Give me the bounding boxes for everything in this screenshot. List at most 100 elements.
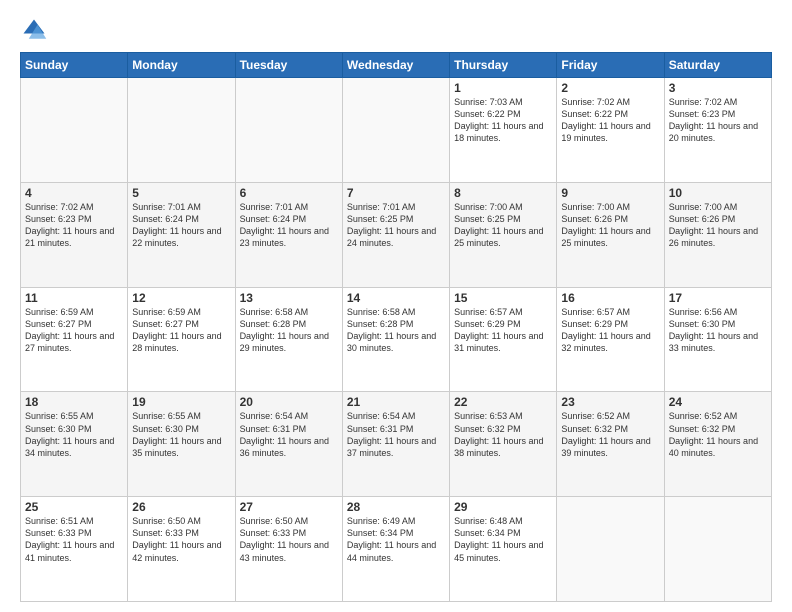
day-cell: 5Sunrise: 7:01 AMSunset: 6:24 PMDaylight… bbox=[128, 182, 235, 287]
day-info: Sunrise: 6:59 AMSunset: 6:27 PMDaylight:… bbox=[25, 306, 123, 355]
day-number: 5 bbox=[132, 186, 230, 200]
day-number: 26 bbox=[132, 500, 230, 514]
day-number: 6 bbox=[240, 186, 338, 200]
week-row-2: 4Sunrise: 7:02 AMSunset: 6:23 PMDaylight… bbox=[21, 182, 772, 287]
weekday-sunday: Sunday bbox=[21, 53, 128, 78]
day-cell: 4Sunrise: 7:02 AMSunset: 6:23 PMDaylight… bbox=[21, 182, 128, 287]
day-info: Sunrise: 7:00 AMSunset: 6:26 PMDaylight:… bbox=[561, 201, 659, 250]
day-cell: 17Sunrise: 6:56 AMSunset: 6:30 PMDayligh… bbox=[664, 287, 771, 392]
day-cell bbox=[128, 78, 235, 183]
day-info: Sunrise: 6:50 AMSunset: 6:33 PMDaylight:… bbox=[132, 515, 230, 564]
day-number: 14 bbox=[347, 291, 445, 305]
weekday-header-row: SundayMondayTuesdayWednesdayThursdayFrid… bbox=[21, 53, 772, 78]
day-info: Sunrise: 6:52 AMSunset: 6:32 PMDaylight:… bbox=[561, 410, 659, 459]
day-cell: 22Sunrise: 6:53 AMSunset: 6:32 PMDayligh… bbox=[450, 392, 557, 497]
day-cell: 14Sunrise: 6:58 AMSunset: 6:28 PMDayligh… bbox=[342, 287, 449, 392]
week-row-3: 11Sunrise: 6:59 AMSunset: 6:27 PMDayligh… bbox=[21, 287, 772, 392]
day-info: Sunrise: 6:58 AMSunset: 6:28 PMDaylight:… bbox=[347, 306, 445, 355]
day-number: 21 bbox=[347, 395, 445, 409]
day-cell bbox=[235, 78, 342, 183]
calendar: SundayMondayTuesdayWednesdayThursdayFrid… bbox=[20, 52, 772, 602]
day-number: 19 bbox=[132, 395, 230, 409]
day-number: 24 bbox=[669, 395, 767, 409]
day-number: 11 bbox=[25, 291, 123, 305]
day-number: 23 bbox=[561, 395, 659, 409]
day-cell: 18Sunrise: 6:55 AMSunset: 6:30 PMDayligh… bbox=[21, 392, 128, 497]
day-cell: 11Sunrise: 6:59 AMSunset: 6:27 PMDayligh… bbox=[21, 287, 128, 392]
weekday-thursday: Thursday bbox=[450, 53, 557, 78]
day-info: Sunrise: 6:49 AMSunset: 6:34 PMDaylight:… bbox=[347, 515, 445, 564]
day-info: Sunrise: 6:48 AMSunset: 6:34 PMDaylight:… bbox=[454, 515, 552, 564]
day-info: Sunrise: 6:55 AMSunset: 6:30 PMDaylight:… bbox=[25, 410, 123, 459]
weekday-friday: Friday bbox=[557, 53, 664, 78]
day-cell: 20Sunrise: 6:54 AMSunset: 6:31 PMDayligh… bbox=[235, 392, 342, 497]
day-info: Sunrise: 7:00 AMSunset: 6:26 PMDaylight:… bbox=[669, 201, 767, 250]
day-number: 18 bbox=[25, 395, 123, 409]
day-cell bbox=[21, 78, 128, 183]
logo-icon bbox=[20, 16, 48, 44]
week-row-5: 25Sunrise: 6:51 AMSunset: 6:33 PMDayligh… bbox=[21, 497, 772, 602]
day-number: 25 bbox=[25, 500, 123, 514]
day-number: 20 bbox=[240, 395, 338, 409]
day-info: Sunrise: 6:57 AMSunset: 6:29 PMDaylight:… bbox=[454, 306, 552, 355]
day-cell: 26Sunrise: 6:50 AMSunset: 6:33 PMDayligh… bbox=[128, 497, 235, 602]
week-row-1: 1Sunrise: 7:03 AMSunset: 6:22 PMDaylight… bbox=[21, 78, 772, 183]
weekday-tuesday: Tuesday bbox=[235, 53, 342, 78]
day-info: Sunrise: 6:52 AMSunset: 6:32 PMDaylight:… bbox=[669, 410, 767, 459]
day-cell: 10Sunrise: 7:00 AMSunset: 6:26 PMDayligh… bbox=[664, 182, 771, 287]
day-number: 27 bbox=[240, 500, 338, 514]
day-cell: 12Sunrise: 6:59 AMSunset: 6:27 PMDayligh… bbox=[128, 287, 235, 392]
day-info: Sunrise: 6:53 AMSunset: 6:32 PMDaylight:… bbox=[454, 410, 552, 459]
day-number: 29 bbox=[454, 500, 552, 514]
day-info: Sunrise: 7:02 AMSunset: 6:23 PMDaylight:… bbox=[669, 96, 767, 145]
weekday-monday: Monday bbox=[128, 53, 235, 78]
day-cell: 23Sunrise: 6:52 AMSunset: 6:32 PMDayligh… bbox=[557, 392, 664, 497]
day-number: 7 bbox=[347, 186, 445, 200]
page: SundayMondayTuesdayWednesdayThursdayFrid… bbox=[0, 0, 792, 612]
day-cell: 21Sunrise: 6:54 AMSunset: 6:31 PMDayligh… bbox=[342, 392, 449, 497]
day-cell bbox=[342, 78, 449, 183]
day-number: 9 bbox=[561, 186, 659, 200]
day-cell: 1Sunrise: 7:03 AMSunset: 6:22 PMDaylight… bbox=[450, 78, 557, 183]
weekday-wednesday: Wednesday bbox=[342, 53, 449, 78]
day-info: Sunrise: 7:01 AMSunset: 6:24 PMDaylight:… bbox=[240, 201, 338, 250]
day-number: 28 bbox=[347, 500, 445, 514]
day-cell: 2Sunrise: 7:02 AMSunset: 6:22 PMDaylight… bbox=[557, 78, 664, 183]
day-cell: 27Sunrise: 6:50 AMSunset: 6:33 PMDayligh… bbox=[235, 497, 342, 602]
day-info: Sunrise: 6:57 AMSunset: 6:29 PMDaylight:… bbox=[561, 306, 659, 355]
day-cell: 28Sunrise: 6:49 AMSunset: 6:34 PMDayligh… bbox=[342, 497, 449, 602]
day-number: 2 bbox=[561, 81, 659, 95]
day-cell: 9Sunrise: 7:00 AMSunset: 6:26 PMDaylight… bbox=[557, 182, 664, 287]
day-cell: 8Sunrise: 7:00 AMSunset: 6:25 PMDaylight… bbox=[450, 182, 557, 287]
day-info: Sunrise: 7:01 AMSunset: 6:24 PMDaylight:… bbox=[132, 201, 230, 250]
day-cell: 13Sunrise: 6:58 AMSunset: 6:28 PMDayligh… bbox=[235, 287, 342, 392]
day-number: 3 bbox=[669, 81, 767, 95]
day-number: 12 bbox=[132, 291, 230, 305]
day-cell: 24Sunrise: 6:52 AMSunset: 6:32 PMDayligh… bbox=[664, 392, 771, 497]
day-cell: 6Sunrise: 7:01 AMSunset: 6:24 PMDaylight… bbox=[235, 182, 342, 287]
day-cell: 15Sunrise: 6:57 AMSunset: 6:29 PMDayligh… bbox=[450, 287, 557, 392]
day-info: Sunrise: 6:54 AMSunset: 6:31 PMDaylight:… bbox=[347, 410, 445, 459]
day-number: 10 bbox=[669, 186, 767, 200]
day-info: Sunrise: 7:01 AMSunset: 6:25 PMDaylight:… bbox=[347, 201, 445, 250]
day-info: Sunrise: 7:02 AMSunset: 6:23 PMDaylight:… bbox=[25, 201, 123, 250]
header bbox=[20, 16, 772, 44]
day-number: 22 bbox=[454, 395, 552, 409]
day-cell: 29Sunrise: 6:48 AMSunset: 6:34 PMDayligh… bbox=[450, 497, 557, 602]
day-info: Sunrise: 7:02 AMSunset: 6:22 PMDaylight:… bbox=[561, 96, 659, 145]
day-cell bbox=[664, 497, 771, 602]
day-info: Sunrise: 6:54 AMSunset: 6:31 PMDaylight:… bbox=[240, 410, 338, 459]
day-cell: 19Sunrise: 6:55 AMSunset: 6:30 PMDayligh… bbox=[128, 392, 235, 497]
week-row-4: 18Sunrise: 6:55 AMSunset: 6:30 PMDayligh… bbox=[21, 392, 772, 497]
day-cell: 3Sunrise: 7:02 AMSunset: 6:23 PMDaylight… bbox=[664, 78, 771, 183]
day-number: 16 bbox=[561, 291, 659, 305]
day-number: 1 bbox=[454, 81, 552, 95]
day-info: Sunrise: 6:59 AMSunset: 6:27 PMDaylight:… bbox=[132, 306, 230, 355]
logo bbox=[20, 16, 52, 44]
day-info: Sunrise: 7:00 AMSunset: 6:25 PMDaylight:… bbox=[454, 201, 552, 250]
day-info: Sunrise: 6:51 AMSunset: 6:33 PMDaylight:… bbox=[25, 515, 123, 564]
weekday-saturday: Saturday bbox=[664, 53, 771, 78]
day-number: 4 bbox=[25, 186, 123, 200]
day-info: Sunrise: 6:58 AMSunset: 6:28 PMDaylight:… bbox=[240, 306, 338, 355]
day-info: Sunrise: 7:03 AMSunset: 6:22 PMDaylight:… bbox=[454, 96, 552, 145]
